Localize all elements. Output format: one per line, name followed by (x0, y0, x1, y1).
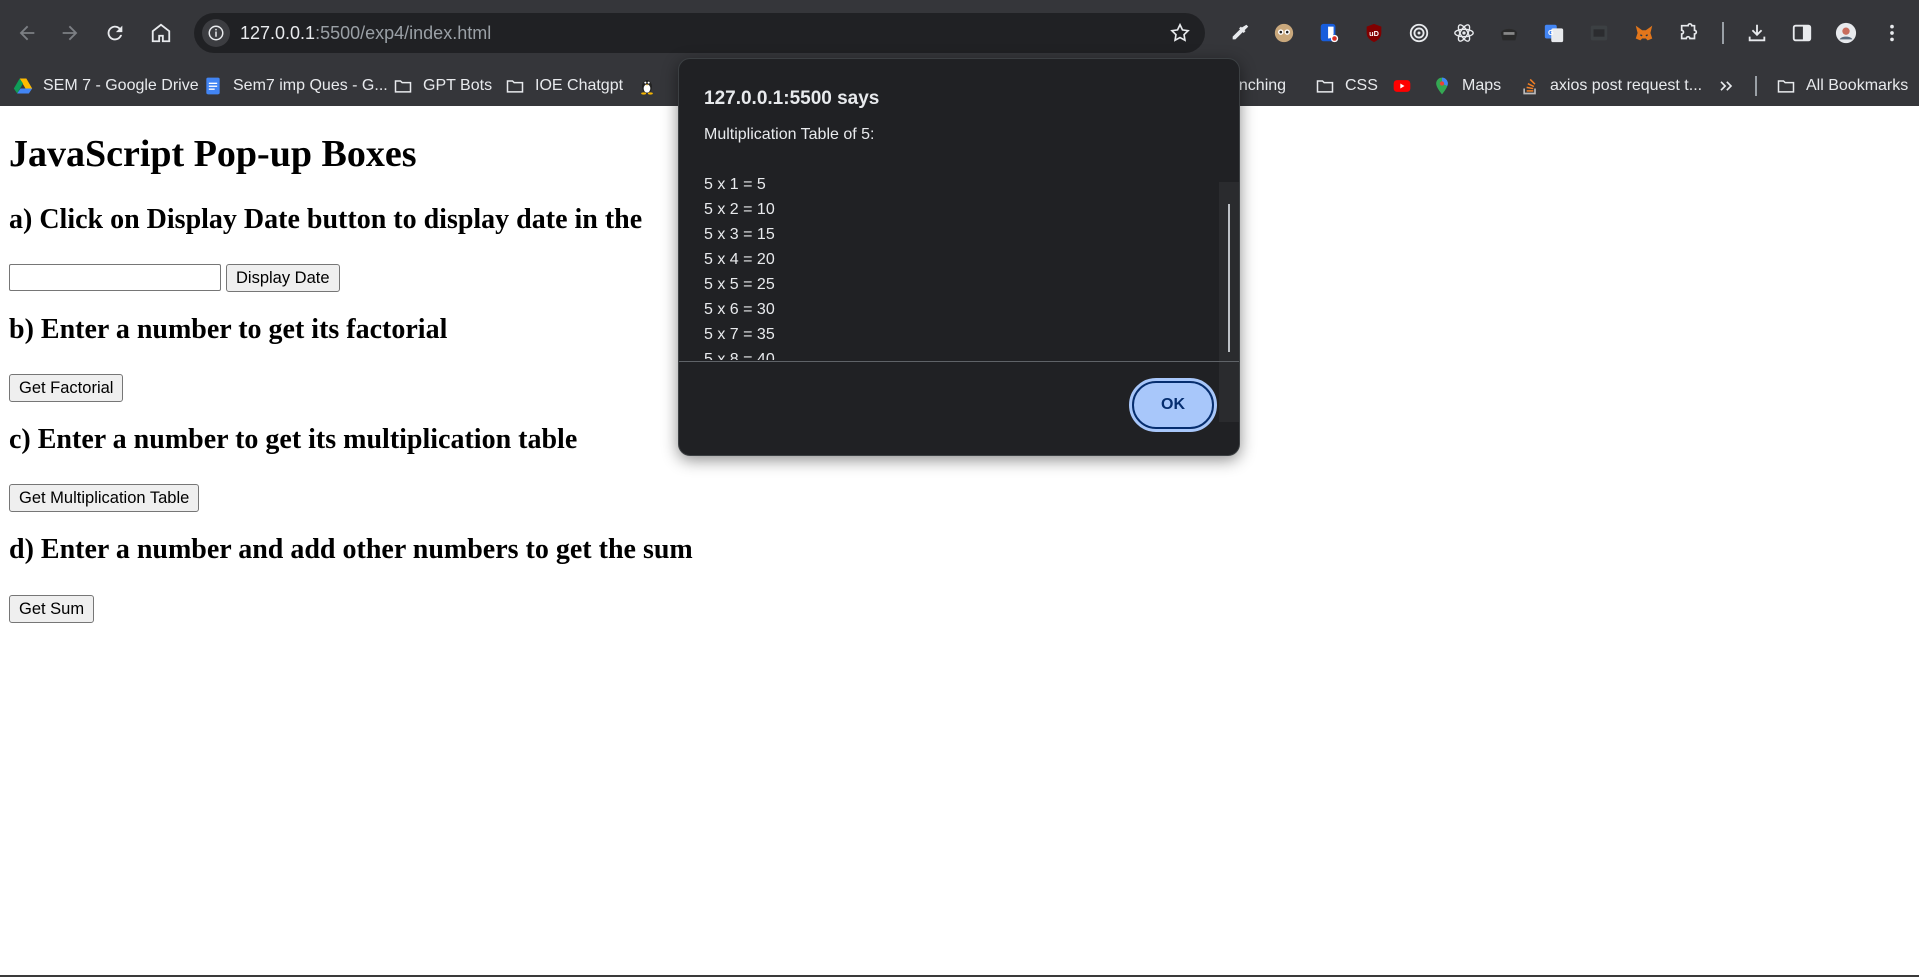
section-a-heading: a) Click on Display Date button to displ… (9, 204, 643, 235)
alert-dialog: 127.0.0.1:5500 says Multiplication Table… (678, 58, 1240, 456)
more-menu-icon[interactable] (1876, 17, 1908, 49)
section-b-heading: b) Enter a number to get its factorial (9, 314, 448, 345)
bookmark-all-bookmarks[interactable]: All Bookmarks (1776, 66, 1908, 106)
site-info-icon[interactable] (202, 19, 230, 47)
ok-button[interactable]: OK (1129, 378, 1217, 432)
side-panel-icon[interactable] (1786, 17, 1818, 49)
dialog-divider (679, 361, 1239, 362)
folder-icon (506, 80, 524, 93)
folder-icon (394, 80, 412, 93)
home-button[interactable] (144, 16, 178, 50)
home-icon (151, 23, 171, 43)
dialog-heading-line: Multiplication Table of 5: (704, 126, 875, 143)
bookmark-sem7-drive[interactable]: SEM 7 - Google Drive (13, 66, 199, 106)
bookmark-label: Maps (1462, 77, 1502, 94)
react-devtools-icon[interactable] (1448, 17, 1480, 49)
reload-icon (107, 25, 123, 41)
dialog-blank-line (704, 147, 1184, 172)
bookmark-label: GPT Bots (423, 77, 493, 94)
youtube-icon (1393, 80, 1411, 92)
folder-icon (1316, 80, 1334, 93)
eyedropper-icon[interactable] (1224, 17, 1256, 49)
bookmark-label: axios post request t... (1550, 77, 1703, 94)
linux-penguin-icon (641, 80, 653, 95)
bookmark-youtube[interactable] (1392, 66, 1412, 106)
google-docs-icon (206, 77, 220, 95)
bitwarden-icon[interactable] (1313, 17, 1345, 49)
dialog-title: 127.0.0.1:5500 says (704, 88, 880, 109)
stackoverflow-icon (1523, 78, 1536, 95)
table-line: 5 x 2 = 10 (704, 201, 775, 218)
metamask-icon[interactable] (1628, 17, 1660, 49)
google-drive-icon (13, 78, 33, 94)
table-line: 5 x 4 = 20 (704, 251, 775, 268)
chevron-double-right-icon (1720, 81, 1733, 91)
dialog-message: Multiplication Table of 5: 5 x 1 = 5 5 x… (704, 122, 1184, 360)
bookmark-linux[interactable] (637, 66, 657, 106)
date-input[interactable] (9, 264, 221, 291)
dark-extension-icon[interactable] (1583, 17, 1615, 49)
reload-button[interactable] (98, 16, 132, 50)
bookmark-folder-ioe-chatgpt[interactable]: IOE Chatgpt (505, 66, 623, 106)
bookmarks-divider (1755, 76, 1757, 96)
bookmark-label: SEM 7 - Google Drive (43, 77, 199, 94)
bookmark-maps[interactable]: Maps (1432, 66, 1501, 106)
bookmark-label: CSS (1345, 77, 1378, 94)
bookmark-folder-css[interactable]: CSS (1315, 66, 1378, 106)
extensions-puzzle-icon[interactable] (1673, 17, 1705, 49)
target-extension-icon[interactable] (1403, 17, 1435, 49)
arrow-left-icon (19, 25, 35, 41)
dialog-message-area: Multiplication Table of 5: 5 x 1 = 5 5 x… (679, 122, 1239, 422)
table-line: 5 x 7 = 35 (704, 326, 775, 343)
get-multiplication-table-button[interactable]: Get Multiplication Table (9, 484, 200, 512)
table-line: 5 x 5 = 25 (704, 276, 775, 293)
maps-pin-icon (1436, 77, 1448, 95)
table-line: 5 x 1 = 5 (704, 176, 766, 193)
bookmark-star-icon[interactable] (1169, 22, 1191, 44)
bookmark-label: IOE Chatgpt (535, 77, 624, 94)
section-d-heading: d) Enter a number and add other numbers … (9, 534, 693, 565)
owl-extension-icon[interactable] (1268, 17, 1300, 49)
google-translate-icon[interactable]: G (1538, 17, 1570, 49)
table-line: 5 x 6 = 30 (704, 301, 775, 318)
bookmark-label: All Bookmarks (1806, 77, 1909, 94)
folder-icon (1777, 80, 1795, 93)
table-line: 5 x 8 = 40 (704, 351, 775, 360)
svg-text:G: G (1548, 28, 1554, 37)
ublock-origin-icon[interactable]: uD (1358, 17, 1390, 49)
downloads-icon[interactable] (1741, 17, 1773, 49)
back-button[interactable] (10, 16, 44, 50)
get-sum-button[interactable]: Get Sum (9, 595, 95, 623)
toolbar-divider (1722, 22, 1724, 44)
url-text[interactable]: 127.0.0.1:5500/exp4/index.html (240, 23, 491, 44)
bookmarks-overflow-button[interactable] (1716, 66, 1736, 106)
forward-button[interactable] (53, 16, 87, 50)
display-date-button[interactable]: Display Date (226, 264, 340, 292)
ninja-extension-icon[interactable] (1493, 17, 1525, 49)
bookmark-folder-gpt-bots[interactable]: GPT Bots (393, 66, 492, 106)
scrollbar-thumb[interactable] (1228, 204, 1230, 352)
table-line: 5 x 3 = 15 (704, 226, 775, 243)
get-factorial-button[interactable]: Get Factorial (9, 374, 124, 402)
browser-toolbar: 127.0.0.1:5500/exp4/index.html uD G (0, 0, 1919, 66)
page-title: JavaScript Pop-up Boxes (9, 133, 417, 175)
bookmark-axios-post[interactable]: axios post request t... (1520, 66, 1702, 106)
svg-text:uD: uD (1369, 29, 1379, 38)
bookmark-sem7-imp-ques[interactable]: Sem7 imp Ques - G... (203, 66, 388, 106)
section-c-heading: c) Enter a number to get its multiplicat… (9, 424, 578, 455)
url-host: 127.0.0.1 (240, 23, 316, 43)
bookmark-label: Sem7 imp Ques - G... (233, 77, 388, 94)
url-path: :5500/exp4/index.html (315, 23, 492, 43)
profile-avatar[interactable] (1830, 17, 1862, 49)
arrow-right-icon (62, 25, 78, 41)
address-bar[interactable]: 127.0.0.1:5500/exp4/index.html (194, 13, 1205, 53)
dialog-scrollbar[interactable] (1219, 182, 1239, 422)
